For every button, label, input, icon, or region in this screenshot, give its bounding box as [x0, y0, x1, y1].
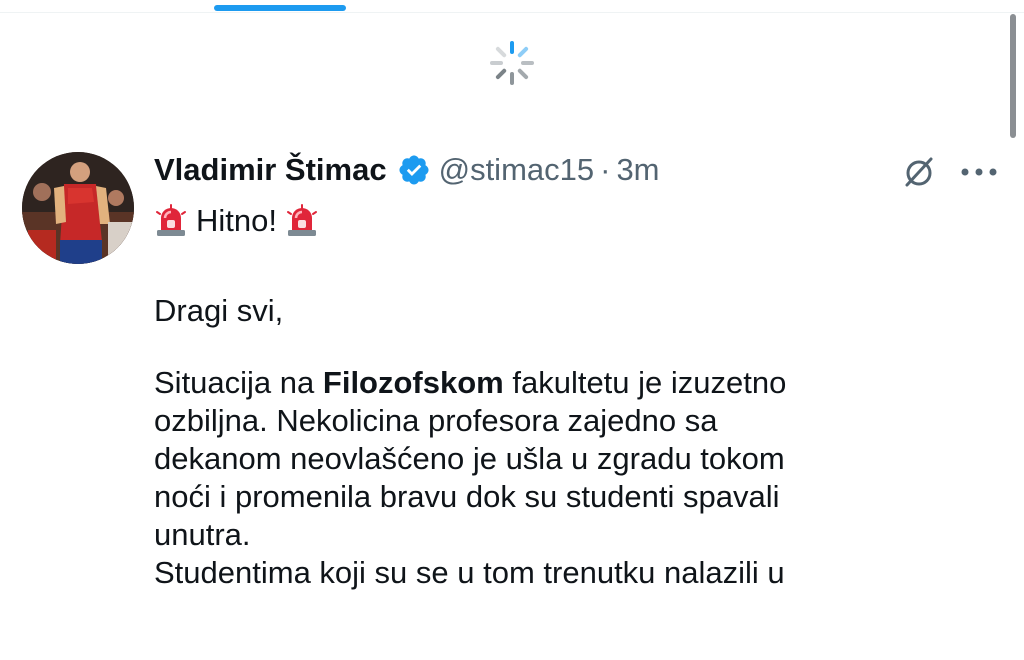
- paragraph-line: unutra.: [154, 517, 251, 552]
- loading-spinner-icon: [490, 41, 534, 85]
- paragraph-line: noći i promenila bravu dok su studenti s…: [154, 479, 780, 514]
- active-tab-indicator: [214, 5, 346, 11]
- paragraph-text: fakultetu je izuzetno: [503, 365, 787, 400]
- tweet-header: Vladimir Štimac @stimac15 · 3m: [154, 148, 660, 192]
- verified-badge-icon[interactable]: [397, 153, 431, 187]
- police-light-emoji: [286, 204, 317, 236]
- tweet-headline: Hitno!: [154, 198, 1004, 244]
- paragraph-text: Situacija na: [154, 365, 323, 400]
- separator-dot: ·: [600, 152, 611, 187]
- police-light-emoji: [156, 204, 186, 236]
- paragraph-line: Situacija na Filozofskom fakultetu je iz…: [154, 364, 1004, 402]
- more-button[interactable]: [956, 152, 1002, 192]
- headline-text: Hitno!: [196, 203, 277, 238]
- display-name[interactable]: Vladimir Štimac: [154, 152, 387, 188]
- paragraph-line: ozbiljna. Nekolicina profesora zajedno s…: [154, 403, 718, 438]
- more-icon: [961, 168, 997, 176]
- timestamp[interactable]: 3m: [616, 152, 659, 188]
- greeting-line: Dragi svi,: [154, 293, 284, 328]
- paragraph-line: Studentima koji su se u tom trenutku nal…: [154, 555, 785, 590]
- bold-text: Filozofskom: [322, 365, 504, 400]
- top-divider: [0, 12, 1024, 13]
- grok-icon: [905, 157, 933, 187]
- handle[interactable]: @stimac15: [439, 152, 595, 188]
- scrollbar-thumb[interactable]: [1010, 14, 1016, 138]
- avatar[interactable]: [22, 152, 134, 264]
- grok-button[interactable]: [896, 152, 942, 192]
- tweet-text: Hitno! Dragi svi, Situacija na Filozofsk…: [154, 198, 1004, 592]
- paragraph-line: dekanom neovlašćeno je ušla u zgradu tok…: [154, 441, 785, 476]
